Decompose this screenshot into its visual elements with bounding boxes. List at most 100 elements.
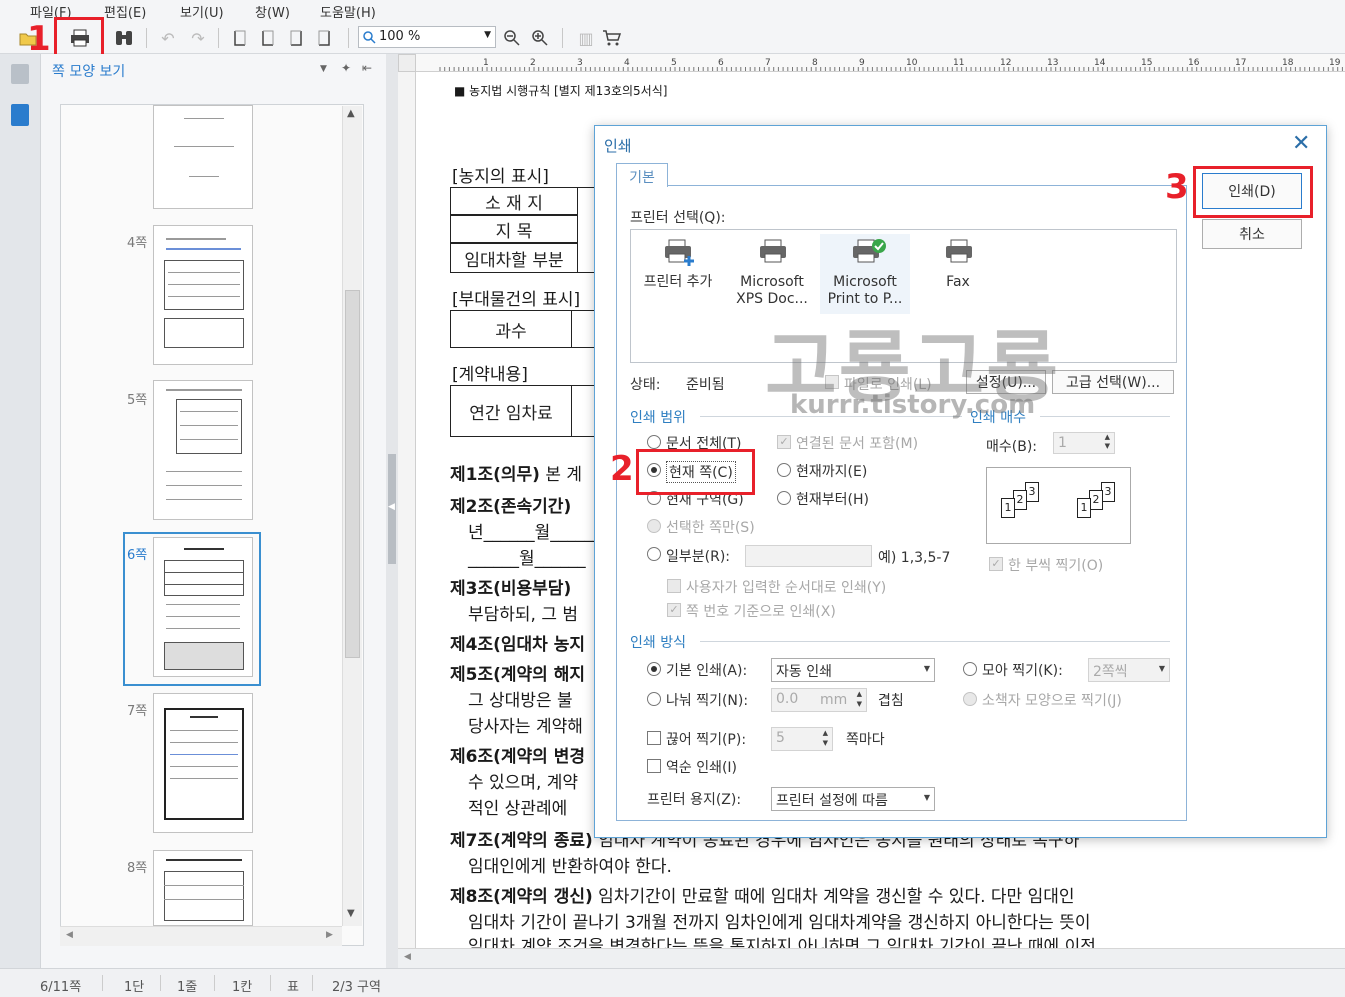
user-order-checkbox[interactable] [667, 579, 681, 593]
method-basic-label: 기본 인쇄(A): [666, 663, 748, 679]
include-linked-checkbox[interactable]: ✓ [777, 435, 791, 449]
menu-view[interactable]: 보기(U) [180, 2, 224, 21]
range-from-current-radio[interactable] [777, 491, 791, 505]
scrollbar-thumb[interactable] [345, 290, 360, 658]
document-info-icon[interactable]: ▥ [574, 26, 598, 50]
reverse-checkbox[interactable] [647, 759, 661, 773]
method-basic-radio[interactable] [647, 662, 661, 676]
pane-menu-chevron-icon[interactable]: ▼ [320, 64, 327, 74]
status-column: 1단 [124, 980, 145, 995]
thumbnail-hscrollbar[interactable]: ◀ ▶ [60, 926, 342, 946]
ruler-number: 4 [624, 58, 630, 68]
range-to-current-radio[interactable] [777, 463, 791, 477]
advanced-button[interactable]: 고급 선택(W)... [1052, 370, 1174, 394]
paper-combo[interactable]: 프린터 설정에 따름 ▼ [771, 787, 935, 811]
tab-basic[interactable]: 기본 [616, 163, 668, 187]
printer-item-xps[interactable]: Microsoft XPS Doc... [727, 238, 817, 308]
method-booklet-radio[interactable] [963, 692, 977, 706]
method-cut-checkbox[interactable] [647, 731, 661, 745]
range-all-radio[interactable] [647, 435, 661, 449]
undo-icon[interactable]: ↶ [156, 26, 180, 50]
printer-item-fax[interactable]: Fax [913, 238, 1003, 291]
cart-icon[interactable] [600, 26, 624, 50]
doc-cell: 연간 임차료 [450, 385, 572, 437]
page-glyph: 2 [1013, 490, 1027, 510]
thumbnail-page-7[interactable] [153, 693, 253, 833]
ruler-number: 3 [577, 58, 583, 68]
thumbnail-page-4[interactable] [153, 225, 253, 365]
method-basic-combo[interactable]: 자동 인쇄 ▼ [771, 658, 935, 682]
copies-stepper[interactable]: 1 ▲ ▼ [1053, 432, 1115, 454]
ruler-corner[interactable] [398, 54, 416, 72]
doc-article-text: 임차기간이 만료할 때에 임대차 계약을 갱신할 수 있다. 다만 임대인 [592, 887, 1075, 907]
method-gather-combo[interactable]: 2쪽씩 ▼ [1088, 658, 1170, 682]
doc-article-heading: 제6조(계약의 변경 [450, 747, 585, 767]
thumbnail-page-3[interactable] [153, 105, 253, 209]
scroll-left-icon[interactable]: ◀ [66, 930, 73, 940]
scroll-down-icon[interactable]: ▼ [347, 908, 355, 919]
copies-label: 매수(B): [986, 439, 1038, 455]
collapse-arrow-icon[interactable]: ◀ [388, 502, 395, 512]
range-partial-input[interactable] [745, 545, 872, 567]
scroll-left-icon[interactable]: ◀ [404, 952, 411, 962]
panel-list-icon[interactable] [11, 64, 29, 84]
find-binoculars-icon[interactable] [112, 26, 136, 50]
doc-line: 당사자는 계약해 [468, 712, 583, 737]
thumbnail-page-8[interactable] [153, 850, 253, 926]
method-cut-value: 5 [776, 730, 785, 746]
thumbnail-page-6[interactable] [153, 537, 253, 677]
page-last-icon[interactable] [312, 26, 336, 50]
step2-highlight [636, 449, 755, 495]
menu-bar: 파일(F) 편집(E) 보기(U) 창(W) 도움말(H) [0, 0, 1345, 22]
printer-item-pdf[interactable]: Microsoft Print to P... [820, 234, 910, 314]
page-glyph: 3 [1101, 482, 1115, 502]
step3-number: 3 [1165, 167, 1189, 207]
menu-window[interactable]: 창(W) [255, 2, 290, 21]
panel-page-icon[interactable] [11, 104, 29, 126]
ruler-number: 9 [859, 58, 865, 68]
collate-label: 한 부씩 찍기(O) [1008, 558, 1104, 574]
ruler-number: 11 [953, 58, 964, 68]
doc-article-text: 년______월______ [468, 523, 602, 543]
thumbnail-scrollbar[interactable]: ▲ ▼ [342, 106, 362, 926]
range-partial-radio[interactable] [647, 547, 661, 561]
page-next-icon[interactable] [284, 26, 308, 50]
menu-help[interactable]: 도움말(H) [320, 2, 376, 21]
thumbnail-list[interactable]: 4쪽 5쪽 6쪽 7쪽 8쪽 [60, 104, 364, 946]
pin-icon[interactable]: ✦ [341, 61, 351, 75]
spin-arrows-icon[interactable]: ▲ ▼ [1105, 433, 1110, 451]
method-gather-radio[interactable] [963, 662, 977, 676]
collapse-pane-icon[interactable]: ⇤ [362, 61, 372, 75]
thumbnail-pane-title: 쪽 모양 보기 [52, 64, 126, 80]
zoom-in-icon[interactable] [528, 26, 552, 50]
close-icon[interactable]: ✕ [1292, 131, 1310, 156]
scroll-up-icon[interactable]: ▲ [347, 108, 355, 119]
scroll-right-icon[interactable]: ▶ [326, 930, 333, 940]
page-number-checkbox[interactable]: ✓ [667, 603, 681, 617]
pane-splitter[interactable]: ◀ [386, 54, 398, 968]
page-first-icon[interactable] [228, 26, 252, 50]
collate-checkbox[interactable]: ✓ [989, 557, 1003, 571]
method-split-radio[interactable] [647, 692, 661, 706]
spin-arrows-icon[interactable]: ▲ ▼ [857, 689, 862, 709]
range-to-current-label: 현재까지(E) [796, 464, 868, 480]
doc-article-text: 임대차 기간이 끝나기 3개월 전까지 임차인에게 임대차계약을 갱신하지 아니… [468, 913, 1091, 933]
menu-edit[interactable]: 편집(E) [104, 2, 146, 21]
spin-arrows-icon[interactable]: ▲ ▼ [823, 728, 828, 748]
doc-cell: 지 목 [450, 215, 578, 243]
thumbnail-page-5[interactable] [153, 380, 253, 520]
method-cut-stepper[interactable]: 5 ▲ ▼ [771, 727, 833, 751]
document-hscrollbar[interactable]: ◀ [398, 948, 1345, 968]
doc-article-heading: 제1조(의무) [450, 465, 540, 485]
method-split-stepper[interactable]: 0.0 mm ▲ ▼ [771, 688, 867, 712]
printer-item-add[interactable]: 프린터 추가 [633, 238, 723, 291]
redo-icon[interactable]: ↷ [186, 26, 210, 50]
page-prev-icon[interactable] [256, 26, 280, 50]
cancel-button[interactable]: 취소 [1202, 219, 1302, 249]
range-selected-radio[interactable] [647, 519, 661, 533]
doc-line: 수 있으며, 계약 [468, 768, 578, 793]
zoom-combo[interactable]: 100 % ▼ [358, 26, 496, 48]
printer-name: Microsoft XPS Doc... [736, 274, 808, 307]
zoom-out-icon[interactable] [500, 26, 524, 50]
default-printer-icon [850, 238, 886, 264]
